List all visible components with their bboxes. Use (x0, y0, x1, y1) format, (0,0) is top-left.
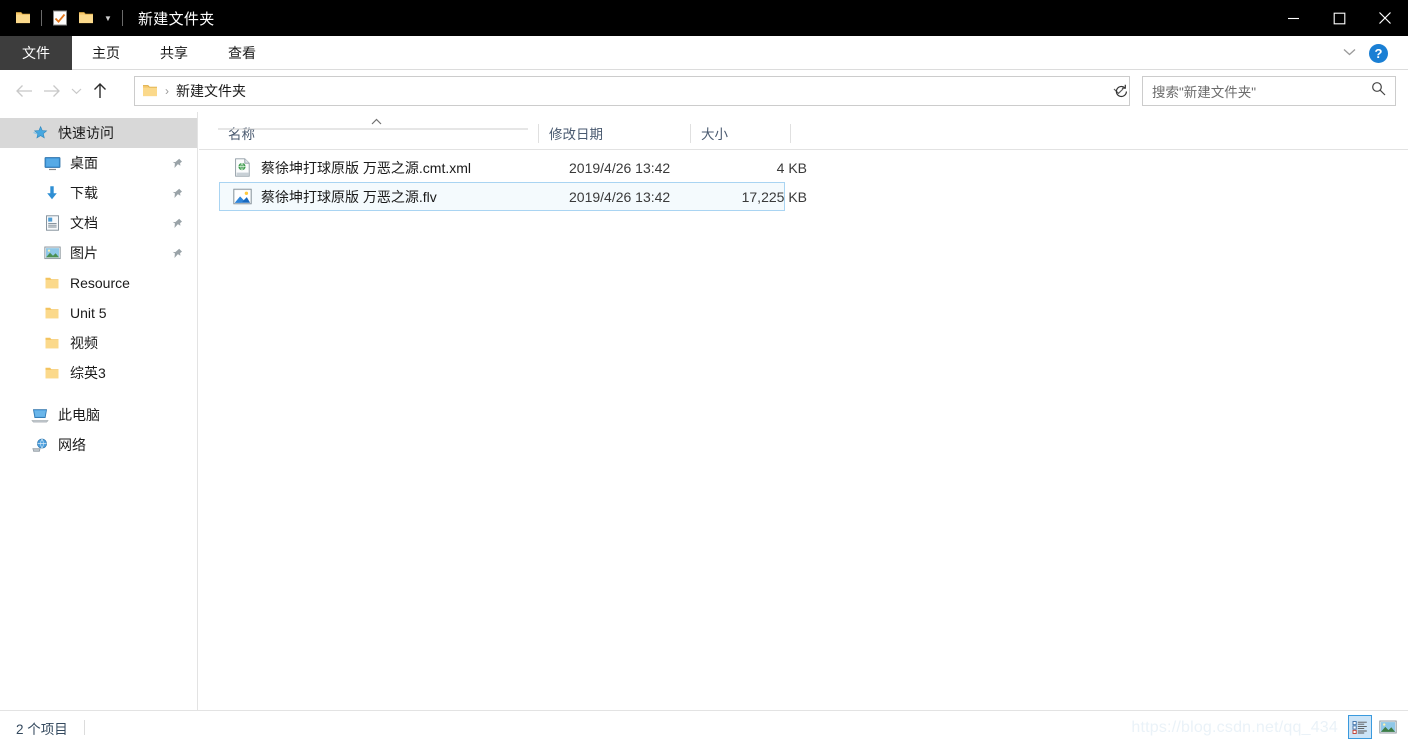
sidebar-label: 综英3 (70, 365, 106, 381)
file-date: 2019/4/26 13:42 (569, 188, 671, 205)
column-divider[interactable] (790, 124, 791, 143)
forward-button[interactable] (38, 77, 66, 105)
sidebar-label: 视频 (70, 335, 98, 351)
table-row[interactable]: 蔡徐坤打球原版 万恶之源.cmt.xml 2019/4/26 13:42 4 K… (219, 153, 807, 182)
sidebar-label: 文档 (70, 215, 98, 231)
sidebar-item-zongying3[interactable]: 综英3 (0, 358, 197, 388)
view-mode-buttons (1348, 715, 1400, 739)
qat-dropdown-chevron-icon[interactable]: ▼ (99, 5, 117, 31)
sidebar-item-this-pc[interactable]: 此电脑 (0, 400, 197, 430)
address-bar[interactable]: › 新建文件夹 (134, 76, 1130, 106)
qat-folder-icon[interactable] (10, 5, 36, 31)
sidebar-label: 图片 (70, 245, 98, 261)
qat-separator (41, 10, 42, 26)
sidebar-label: 快速访问 (58, 125, 114, 141)
sidebar-item-desktop[interactable]: 桌面 (0, 148, 197, 178)
pictures-icon (42, 243, 62, 263)
status-bar: 2 个项目 https://blog.csdn.net/qq_434 (0, 710, 1408, 742)
window-controls (1270, 0, 1408, 36)
file-list: 蔡徐坤打球原版 万恶之源.cmt.xml 2019/4/26 13:42 4 K… (199, 153, 1408, 211)
close-button[interactable] (1362, 0, 1408, 36)
ribbon-tab-bar: 文件 主页 共享 查看 ? (0, 36, 1408, 70)
desktop-icon (42, 153, 62, 173)
window-title: 新建文件夹 (138, 10, 215, 28)
file-name: 蔡徐坤打球原版 万恶之源.cmt.xml (261, 159, 471, 176)
refresh-button[interactable] (1108, 78, 1134, 104)
sidebar-item-pictures[interactable]: 图片 (0, 238, 197, 268)
network-icon (30, 435, 50, 455)
this-pc-icon (30, 405, 50, 425)
sidebar-label: 桌面 (70, 155, 98, 171)
pin-icon[interactable] (172, 217, 183, 233)
tab-view[interactable]: 查看 (208, 36, 276, 70)
search-input[interactable]: 搜索"新建文件夹" (1152, 81, 1256, 101)
sidebar-item-documents[interactable]: 文档 (0, 208, 197, 238)
details-view-button[interactable] (1348, 715, 1372, 739)
watermark-text: https://blog.csdn.net/qq_434 (1131, 719, 1338, 736)
file-size: 17,225 KB (741, 188, 807, 205)
folder-icon (42, 273, 62, 293)
table-row[interactable]: 蔡徐坤打球原版 万恶之源.flv 2019/4/26 13:42 17,225 … (219, 182, 807, 211)
breadcrumb-separator-icon[interactable]: › (165, 84, 169, 98)
download-icon (42, 183, 62, 203)
sidebar-item-downloads[interactable]: 下载 (0, 178, 197, 208)
address-folder-icon (142, 84, 158, 98)
folder-icon (42, 303, 62, 323)
tab-share[interactable]: 共享 (140, 36, 208, 70)
navigation-pane: 快速访问 桌面 下载 文档 图片 Resource Unit 5 视频 综英3 … (0, 112, 198, 710)
pin-icon[interactable] (172, 187, 183, 203)
maximize-button[interactable] (1316, 0, 1362, 36)
search-box[interactable]: 搜索"新建文件夹" (1142, 76, 1396, 106)
folder-icon (42, 333, 62, 353)
file-name: 蔡徐坤打球原版 万恶之源.flv (261, 188, 437, 205)
title-bar: ▼ 新建文件夹 (0, 0, 1408, 36)
file-explorer-window: ▼ 新建文件夹 文件 主页 共享 查看 ? › 新建文件夹 搜索"新建文件夹" … (0, 0, 1408, 742)
minimize-button[interactable] (1270, 0, 1316, 36)
video-file-icon (232, 187, 252, 207)
search-icon[interactable] (1371, 81, 1386, 101)
sidebar-label: Unit 5 (70, 305, 107, 321)
ribbon-collapse-chevron-icon[interactable] (1339, 47, 1359, 59)
item-count-label: 2 个项目 (16, 722, 68, 737)
column-header-date[interactable]: 修改日期 (539, 117, 691, 149)
quick-access-toolbar: ▼ (0, 0, 128, 36)
ribbon-right-controls: ? (1339, 36, 1400, 70)
pin-icon[interactable] (172, 157, 183, 173)
pin-icon[interactable] (172, 247, 183, 263)
pane-divider[interactable] (197, 112, 198, 710)
up-button[interactable] (86, 77, 114, 105)
sidebar-label: Resource (70, 275, 130, 291)
tab-file[interactable]: 文件 (0, 36, 72, 70)
sidebar-label: 下载 (70, 185, 98, 201)
xml-file-icon (232, 158, 252, 178)
sidebar-label: 此电脑 (58, 407, 100, 423)
file-size: 4 KB (776, 159, 807, 176)
folder-icon (42, 363, 62, 383)
column-header-size[interactable]: 大小 (691, 117, 791, 149)
sidebar-item-unit-5[interactable]: Unit 5 (0, 298, 197, 328)
sidebar-label: 网络 (58, 437, 86, 453)
qat-properties-icon[interactable] (47, 5, 73, 31)
document-icon (42, 213, 62, 233)
tab-home[interactable]: 主页 (72, 36, 140, 70)
breadcrumb-path[interactable]: 新建文件夹 (176, 81, 246, 101)
sort-ascending-caret-icon (371, 117, 382, 128)
qat-new-folder-icon[interactable] (73, 5, 99, 31)
sidebar-item-videos[interactable]: 视频 (0, 328, 197, 358)
back-button[interactable] (10, 77, 38, 105)
file-date: 2019/4/26 13:42 (569, 159, 671, 176)
status-separator (84, 720, 85, 735)
sidebar-item-resource[interactable]: Resource (0, 268, 197, 298)
help-button[interactable]: ? (1369, 43, 1388, 63)
large-icons-view-button[interactable] (1376, 715, 1400, 739)
sidebar-item-network[interactable]: 网络 (0, 430, 197, 460)
recent-locations-button[interactable] (66, 77, 86, 105)
sidebar-item-quick-access[interactable]: 快速访问 (0, 118, 197, 148)
qat-separator-2 (122, 10, 123, 26)
star-icon (30, 123, 50, 143)
